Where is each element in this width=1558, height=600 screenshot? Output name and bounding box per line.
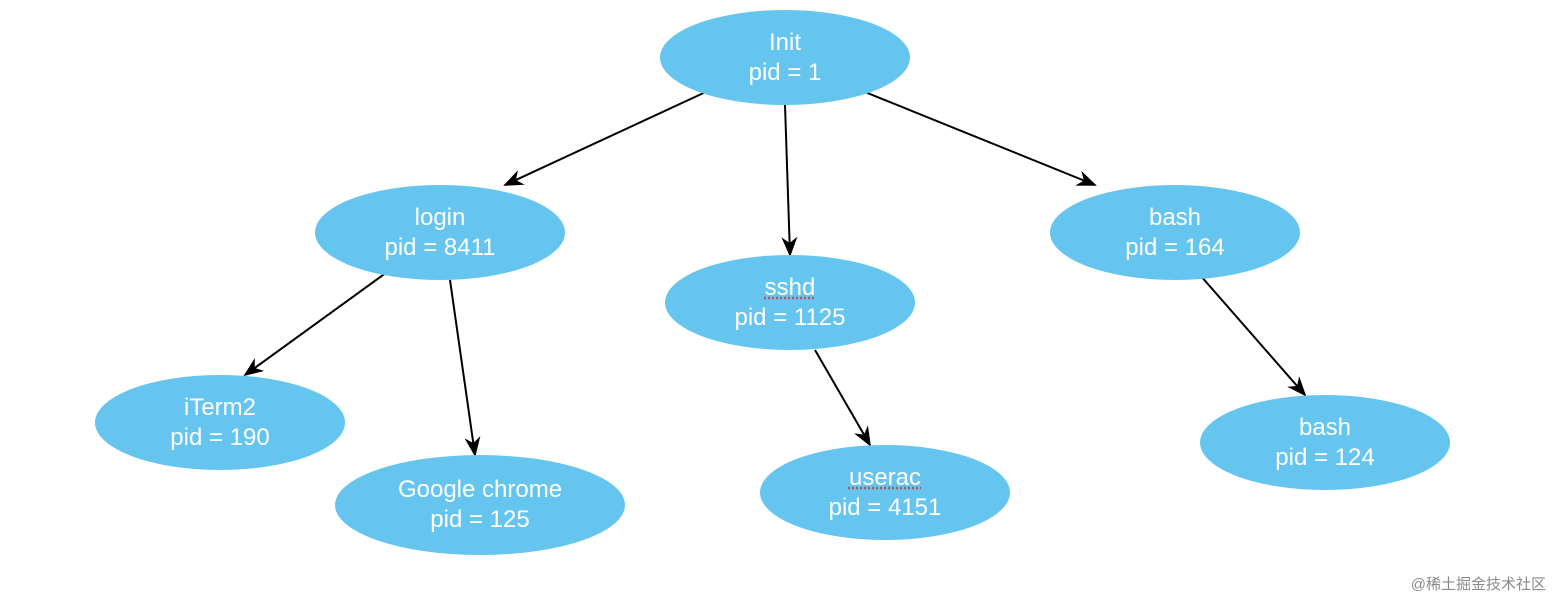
- process-pid: pid = 8411: [385, 233, 496, 263]
- process-name: sshd: [765, 273, 816, 303]
- process-name: login: [415, 203, 466, 233]
- process-node-init: Initpid = 1: [660, 10, 910, 105]
- process-node-iterm: iTerm2pid = 190: [95, 375, 345, 470]
- process-name: userac: [849, 463, 921, 493]
- process-pid: pid = 164: [1125, 233, 1224, 263]
- process-node-login: loginpid = 8411: [315, 185, 565, 280]
- process-pid: pid = 1: [749, 58, 822, 88]
- process-name: Google chrome: [398, 475, 562, 505]
- edge-sshd-to-userac: [815, 350, 870, 445]
- edge-init-to-login: [505, 90, 710, 185]
- edge-bash1-to-bash2: [1200, 275, 1305, 395]
- process-node-chrome: Google chromepid = 125: [335, 455, 625, 555]
- process-pid: pid = 190: [170, 423, 269, 453]
- process-pid: pid = 4151: [829, 493, 942, 523]
- process-name: Init: [769, 28, 801, 58]
- watermark-text: @稀土掘金技术社区: [1411, 573, 1546, 594]
- process-node-sshd: sshdpid = 1125: [665, 255, 915, 350]
- process-pid: pid = 124: [1275, 443, 1374, 473]
- process-name: bash: [1149, 203, 1201, 233]
- edge-init-to-sshd: [785, 105, 790, 255]
- edge-login-to-iterm: [245, 270, 390, 375]
- process-node-userac: useracpid = 4151: [760, 445, 1010, 540]
- process-node-bash2: bashpid = 124: [1200, 395, 1450, 490]
- process-node-bash1: bashpid = 164: [1050, 185, 1300, 280]
- edge-init-to-bash1: [860, 90, 1095, 185]
- edge-login-to-chrome: [450, 280, 475, 455]
- process-pid: pid = 1125: [735, 303, 846, 333]
- process-name: bash: [1299, 413, 1351, 443]
- process-pid: pid = 125: [430, 505, 529, 535]
- process-name: iTerm2: [184, 393, 256, 423]
